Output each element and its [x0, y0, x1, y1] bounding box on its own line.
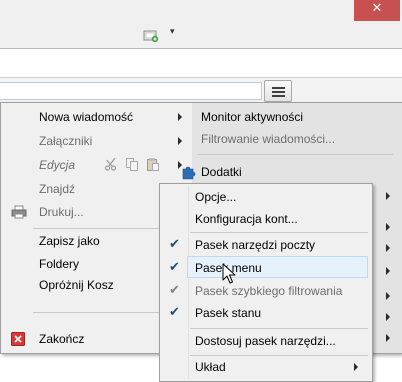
menu-item-message-filters[interactable]: Filtrowanie wiadomości...	[193, 128, 401, 150]
submenu-arrow-icon	[178, 137, 182, 145]
submenu-arrow-icon	[386, 292, 390, 300]
menu-item-label: Edycja	[39, 158, 76, 172]
menu-item-label: Pasek stanu	[195, 306, 262, 320]
menu-item-label: Opcje...	[195, 190, 237, 204]
close-icon: ✕	[371, 1, 383, 16]
hamburger-menu-icon-line	[272, 91, 285, 93]
submenu-arrow-icon	[386, 334, 390, 342]
menu-item-activity-monitor[interactable]: Monitor aktywności	[193, 106, 401, 128]
menu-item-label: Pasek narzędzi poczty	[195, 238, 316, 252]
menu-item-label: Układ	[195, 360, 226, 374]
menu-item-label: Konfiguracja kont...	[195, 212, 298, 226]
chevron-down-icon[interactable]: ▾	[170, 27, 175, 37]
hamburger-menu-icon-line	[272, 95, 285, 97]
submenu-item-status-bar[interactable]: ✔ Pasek stanu	[160, 302, 372, 324]
menu-item-label: Dostosuj pasek narzędzi...	[195, 334, 336, 348]
submenu-item-account-settings[interactable]: Konfiguracja kont...	[160, 208, 372, 230]
submenu-item-menu-bar[interactable]: ✔ Pasek menu	[160, 257, 372, 279]
mouse-cursor-icon	[222, 263, 236, 284]
menu-separator	[190, 328, 368, 329]
submenu-arrow-icon	[386, 192, 390, 200]
checkmark-icon: ✔	[169, 237, 180, 252]
checkmark-icon: ✔	[169, 283, 180, 298]
submenu-arrow-icon	[386, 267, 390, 275]
paste-icon[interactable]	[146, 157, 160, 171]
menu-item-label: Nowa wiadomość	[39, 110, 134, 124]
submenu-arrow-icon	[386, 313, 390, 321]
menu-item-label: Pasek szybkiego filtrowania	[195, 284, 343, 298]
submenu-item-layout[interactable]: Układ	[160, 356, 372, 378]
checkmark-icon: ✔	[169, 260, 180, 275]
checkmark-icon: ✔	[169, 305, 180, 320]
copy-icon[interactable]	[125, 157, 139, 171]
app-menu-button[interactable]	[264, 80, 292, 102]
exit-icon	[11, 332, 25, 346]
menu-item-label: Foldery	[39, 257, 80, 271]
cut-icon[interactable]	[104, 157, 118, 171]
menu-item-label: Zakończ	[39, 332, 85, 346]
extension-icon[interactable]	[143, 28, 159, 42]
window-close-button[interactable]: ✕	[354, 0, 400, 21]
submenu-item-mail-toolbar[interactable]: ✔ Pasek narzędzi poczty	[160, 234, 372, 256]
options-submenu-popup: Opcje... Konfiguracja kont... ✔ Pasek na…	[159, 183, 373, 382]
menu-separator	[197, 154, 393, 155]
menu-item-label: Zapisz jako	[39, 234, 100, 248]
submenu-item-customize-toolbar[interactable]: Dostosuj pasek narzędzi...	[160, 330, 372, 352]
submenu-arrow-icon	[354, 363, 358, 371]
submenu-arrow-icon	[178, 113, 182, 121]
submenu-item-options[interactable]: Opcje...	[160, 186, 372, 208]
menu-item-label: Drukuj...	[39, 205, 84, 219]
menu-item-label: Znajdź	[39, 182, 76, 196]
menu-item-edit[interactable]: Edycja	[1, 154, 192, 176]
search-field[interactable]	[0, 82, 262, 100]
menu-item-label: Dodatki	[201, 165, 242, 179]
submenu-item-quick-filter-bar[interactable]: ✔ Pasek szybkiego filtrowania	[160, 280, 372, 302]
menu-item-addons[interactable]: Dodatki	[182, 161, 401, 183]
window-titlebar: ✕ ▾	[0, 0, 402, 48]
submenu-arrow-icon	[386, 244, 390, 252]
menu-item-label: Filtrowanie wiadomości...	[201, 132, 336, 146]
menu-item-label: Opróżnij Kosz	[39, 278, 114, 292]
menu-separator	[190, 232, 368, 233]
submenu-arrow-icon	[386, 223, 390, 231]
menu-item-attachments[interactable]: Załączniki	[1, 130, 192, 152]
hamburger-menu-icon	[272, 87, 285, 89]
puzzle-icon	[182, 166, 196, 180]
mail-toolbar	[0, 48, 402, 78]
menu-item-label: Monitor aktywności	[201, 110, 304, 124]
printer-icon	[11, 205, 27, 219]
menu-item-new-message[interactable]: Nowa wiadomość	[1, 106, 192, 128]
menu-item-label: Załączniki	[39, 134, 93, 148]
